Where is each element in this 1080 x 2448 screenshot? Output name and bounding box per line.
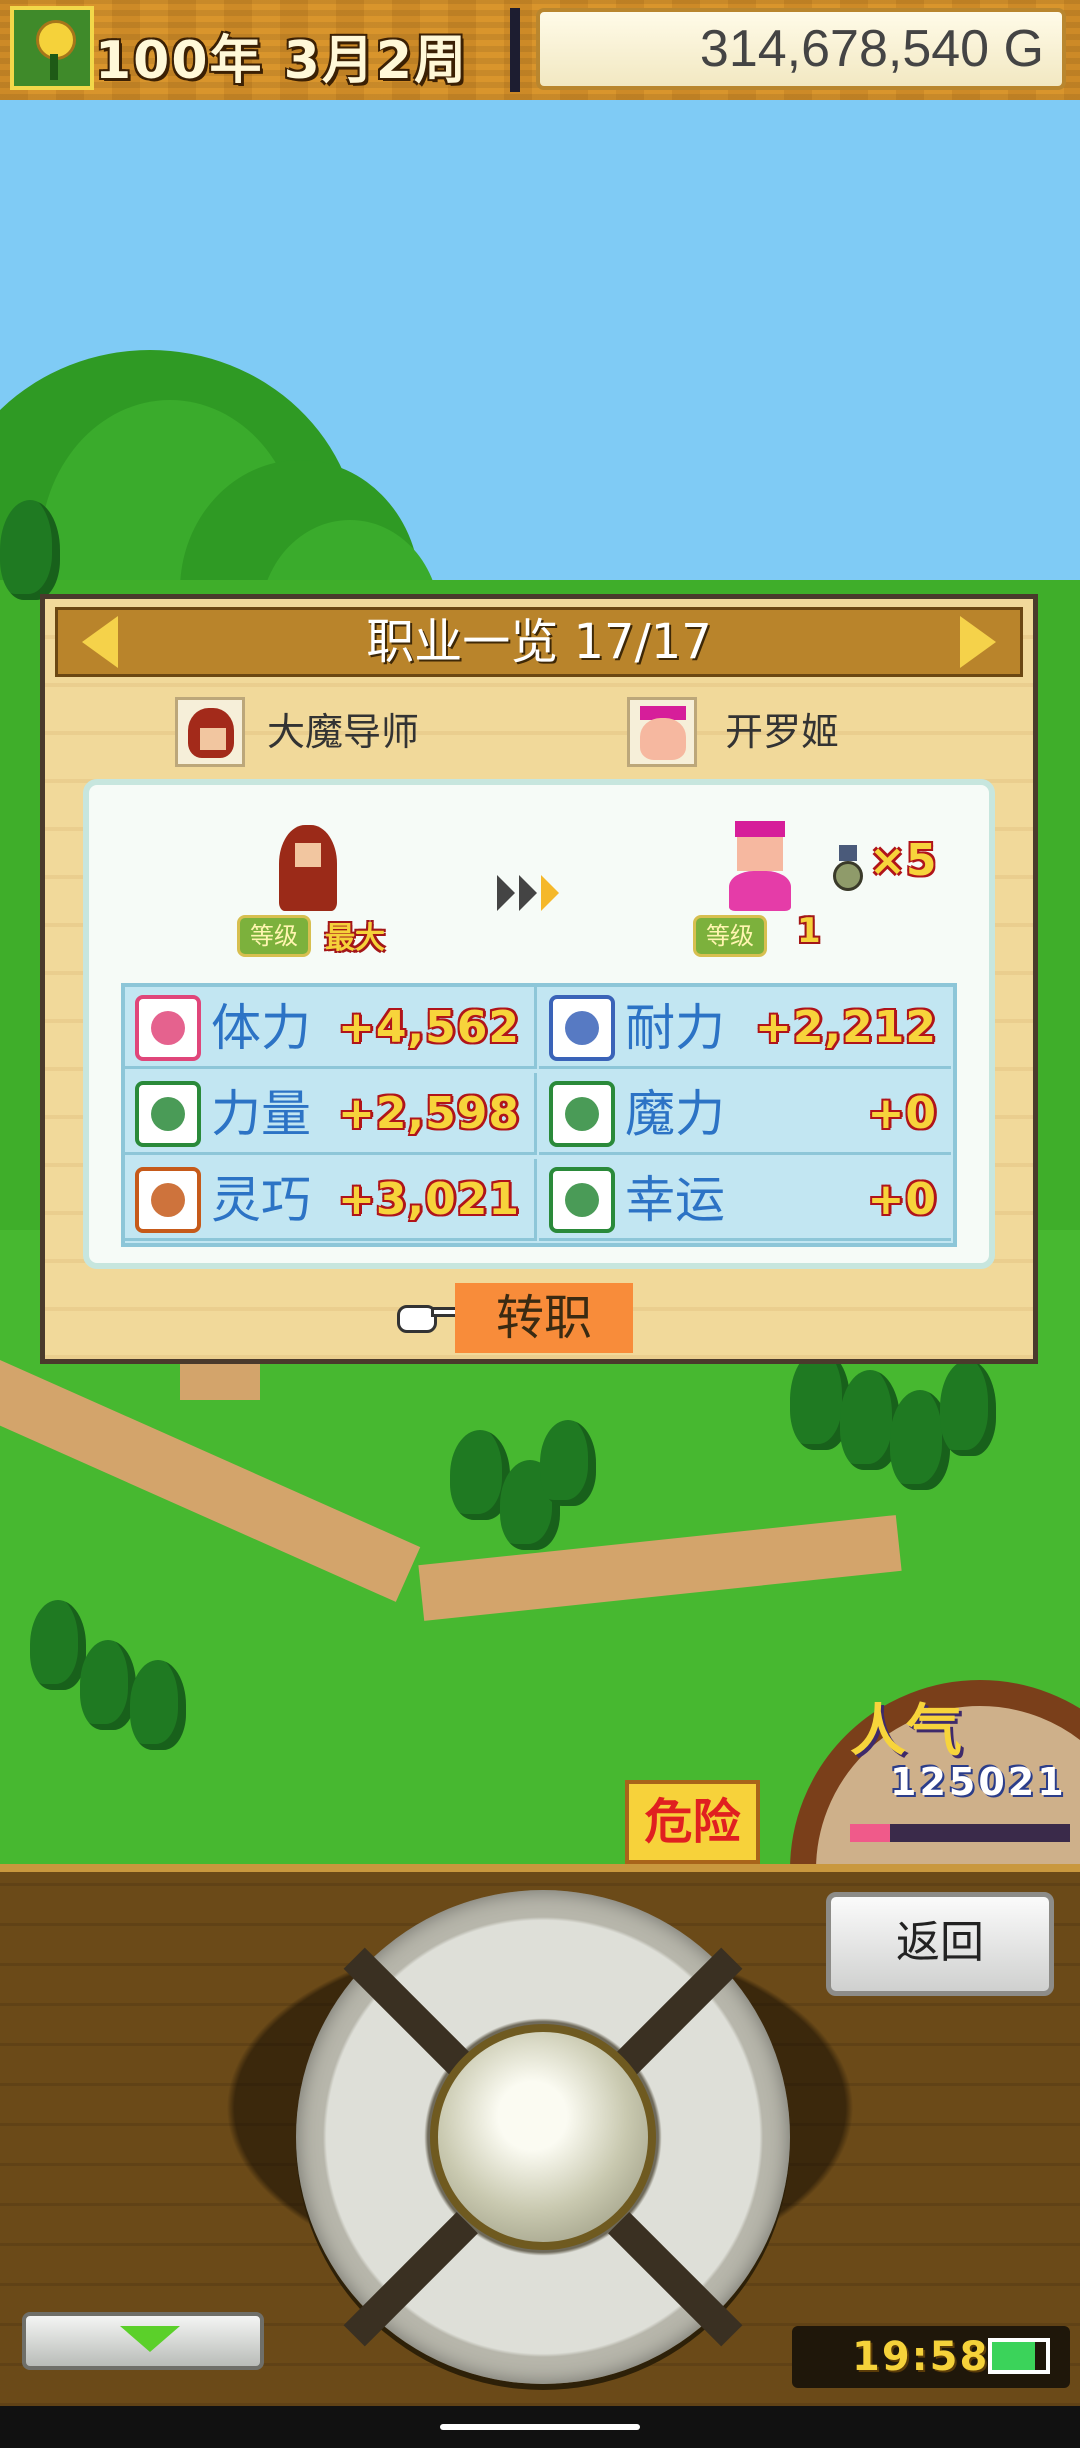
medal-count: ×5	[869, 835, 937, 886]
princess-portrait-icon	[627, 697, 697, 767]
shield-icon	[549, 995, 615, 1061]
dpad-center-button[interactable]	[430, 2024, 656, 2250]
stat-value: +3,021	[337, 1174, 520, 1225]
gold-amount: 314,678,540 G	[536, 8, 1066, 90]
dpad-divider	[343, 2212, 478, 2347]
arrow-icon	[519, 875, 537, 911]
clock-time: 19:58	[852, 2334, 990, 2380]
stat-label: 魔力	[625, 1085, 725, 1143]
stat-label: 耐力	[625, 999, 725, 1057]
flower-icon[interactable]	[10, 6, 94, 90]
stat-cell: 耐力 +2,212	[539, 987, 951, 1069]
level-badge: 等级	[237, 915, 311, 957]
mage-portrait-icon	[175, 697, 245, 767]
danger-sign[interactable]: 危险	[625, 1780, 760, 1864]
stat-label: 力量	[211, 1085, 311, 1143]
stat-label: 幸运	[625, 1171, 725, 1229]
princess-sprite-icon	[725, 821, 795, 911]
stat-value: +4,562	[337, 1002, 520, 1053]
home-handle[interactable]	[440, 2424, 640, 2430]
mage-sprite-icon	[273, 825, 343, 915]
from-level-value: 最大	[325, 921, 385, 956]
status-clock: 19:58	[792, 2326, 1070, 2388]
swords-icon	[135, 1167, 201, 1233]
chevron-down-icon	[120, 2326, 180, 2352]
muscle-icon	[135, 1081, 201, 1147]
stat-cell: 灵巧 +3,021	[125, 1159, 537, 1241]
to-job-name: 开罗姬	[725, 710, 840, 754]
popularity-meter: 人气 125021	[790, 1680, 1080, 1870]
calendar-date: 100年 3月2周	[95, 31, 469, 91]
popularity-bar-fill	[850, 1824, 890, 1842]
menu-toggle-button[interactable]	[22, 2312, 264, 2370]
popularity-bar	[850, 1824, 1070, 1842]
battery-icon	[988, 2338, 1050, 2374]
dpad-divider	[608, 2212, 743, 2347]
stat-value: +2,598	[337, 1088, 520, 1139]
medal-icon	[831, 845, 865, 895]
arrow-icon	[497, 875, 515, 911]
heart-icon	[135, 995, 201, 1061]
popularity-label: 人气	[850, 1699, 962, 1764]
job-change-panel: 等级 最大 等级 1 ×5 体力 +4,562 耐力 +2,212 力量 +2,598 魔力…	[83, 779, 995, 1269]
stat-cell: 魔力 +0	[539, 1073, 951, 1155]
from-job-name: 大魔导师	[267, 710, 420, 754]
popularity-value: 125021	[890, 1760, 1067, 1804]
stat-cell: 幸运 +0	[539, 1159, 951, 1241]
job-list-dialog: 职业一览 17/17 大魔导师 开罗姬 等级 最大 等级 1 ×5 体力 +4,…	[40, 594, 1038, 1364]
hud-divider	[510, 8, 520, 92]
stat-value: +0	[867, 1174, 937, 1225]
stat-label: 灵巧	[211, 1171, 311, 1229]
dialog-title-bar: 职业一览 17/17	[55, 607, 1023, 677]
stat-cell: 体力 +4,562	[125, 987, 537, 1069]
level-badge: 等级	[693, 915, 767, 957]
stat-cell: 力量 +2,598	[125, 1073, 537, 1155]
top-hud: 100年 3月2周 314,678,540 G	[0, 0, 1080, 104]
stat-bonus-table: 体力 +4,562 耐力 +2,212 力量 +2,598 魔力 +0 灵巧 +3,021 幸运 +0	[121, 983, 957, 1247]
change-job-button[interactable]: 转职	[455, 1283, 633, 1353]
magic-hand-icon	[549, 1081, 615, 1147]
to-level-value: 1	[797, 911, 821, 951]
stat-value: +2,212	[754, 1002, 937, 1053]
stat-value: +0	[867, 1088, 937, 1139]
next-arrow-icon[interactable]	[960, 616, 996, 668]
arrow-icon	[541, 875, 559, 911]
dialog-title: 职业一览 17/17	[366, 614, 712, 670]
back-button[interactable]: 返回	[826, 1892, 1054, 1996]
smiley-icon	[549, 1167, 615, 1233]
stat-label: 体力	[211, 999, 311, 1057]
